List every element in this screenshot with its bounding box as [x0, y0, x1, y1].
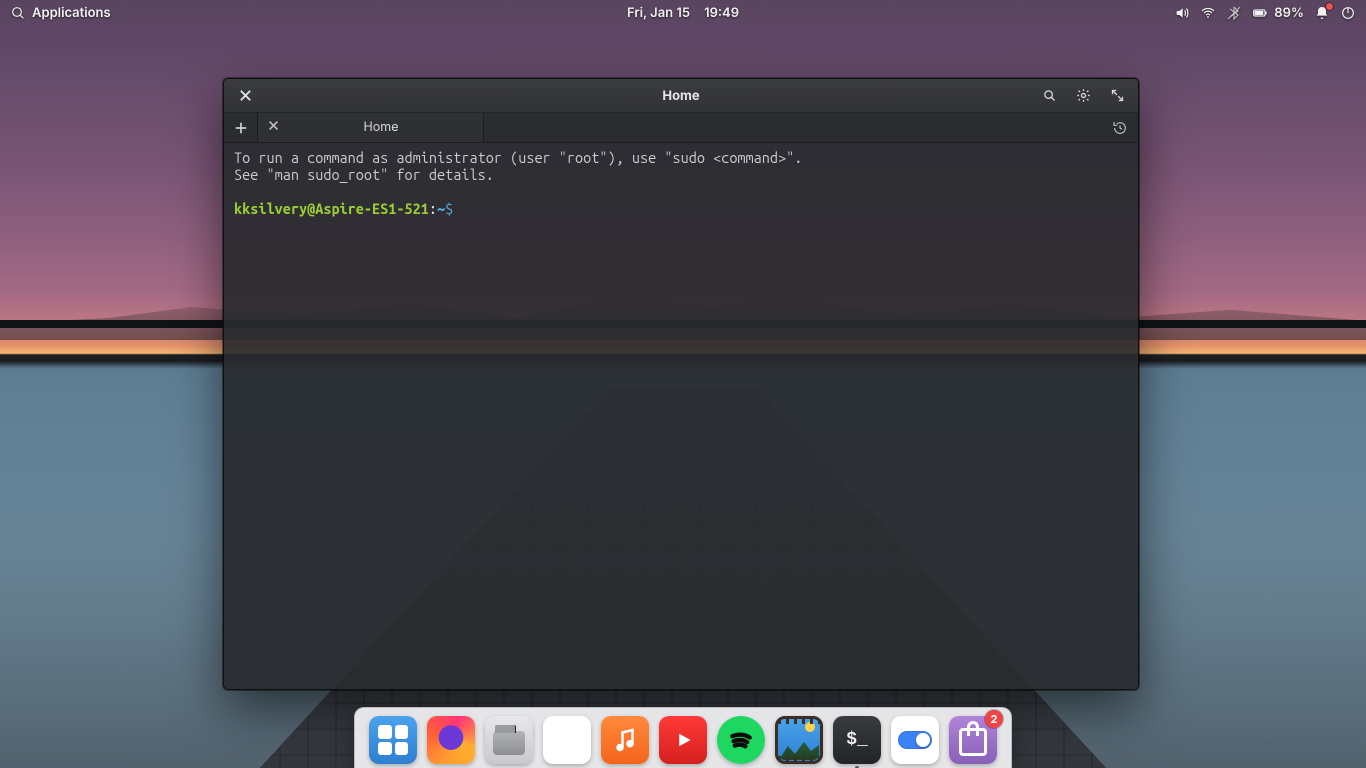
- calendar-grid-icon: [560, 728, 574, 764]
- gear-icon: [1076, 88, 1091, 103]
- dock-multitasking[interactable]: [369, 716, 417, 764]
- prompt-separator: :: [429, 200, 437, 217]
- dock-music[interactable]: [601, 716, 649, 764]
- terminal-line: See "man sudo_root" for details.: [234, 166, 494, 183]
- play-icon: [668, 725, 698, 755]
- panel-date: Fri, Jan 15: [627, 5, 690, 21]
- dock-photos[interactable]: [775, 716, 823, 764]
- close-icon: [238, 88, 253, 103]
- dock-calendar[interactable]: [543, 716, 591, 764]
- folder-icon: [493, 731, 525, 755]
- terminal-search-button[interactable]: [1036, 83, 1062, 109]
- battery-icon: [1252, 5, 1268, 21]
- desktop: Applications Fri, Jan 15 19:49 89%: [0, 0, 1366, 768]
- session-power-indicator[interactable]: [1340, 5, 1356, 21]
- updates-badge: 2: [985, 710, 1003, 728]
- photos-icon: [805, 722, 815, 732]
- spotify-icon: [726, 725, 756, 755]
- window-titlebar[interactable]: Home: [224, 79, 1138, 113]
- terminal-window: Home Home: [223, 78, 1139, 690]
- dock-terminal[interactable]: $_: [833, 716, 881, 764]
- tab-label: Home: [289, 120, 473, 135]
- new-tab-button[interactable]: [224, 113, 258, 142]
- window-title: Home: [662, 88, 699, 104]
- prompt-symbol: $: [445, 200, 453, 217]
- battery-indicator[interactable]: 89%: [1252, 5, 1304, 21]
- window-close-button[interactable]: [232, 83, 258, 109]
- close-icon: [268, 120, 279, 131]
- bluetooth-disabled-indicator[interactable]: [1226, 5, 1242, 21]
- recently-closed-button[interactable]: [1102, 113, 1138, 142]
- dock-tweaks[interactable]: [891, 716, 939, 764]
- maximize-icon: [1110, 88, 1125, 103]
- music-note-icon: [610, 725, 640, 755]
- terminal-line: To run a command as administrator (user …: [234, 149, 802, 166]
- toggle-icon: [898, 731, 932, 749]
- battery-percent: 89%: [1274, 5, 1304, 21]
- top-panel: Applications Fri, Jan 15 19:49 89%: [0, 0, 1366, 26]
- sound-indicator[interactable]: [1174, 5, 1190, 21]
- dock-files[interactable]: [485, 716, 533, 764]
- prompt-cwd: ~: [437, 200, 445, 217]
- terminal-tab[interactable]: Home: [258, 113, 484, 142]
- panel-left: Applications: [10, 5, 111, 21]
- dock: $_ 2: [354, 707, 1012, 768]
- multitasking-icon: [378, 725, 408, 755]
- dock-youtube[interactable]: [659, 716, 707, 764]
- history-icon: [1112, 120, 1128, 136]
- applications-menu[interactable]: Applications: [10, 5, 111, 21]
- dock-spotify[interactable]: [717, 716, 765, 764]
- search-icon: [10, 5, 26, 21]
- applications-label: Applications: [32, 5, 111, 21]
- plus-icon: [234, 121, 248, 135]
- appcenter-icon: [959, 728, 987, 756]
- tab-close-button[interactable]: [268, 120, 279, 135]
- panel-right: 89%: [1174, 5, 1356, 21]
- window-maximize-button[interactable]: [1104, 83, 1130, 109]
- dock-firefox[interactable]: [427, 716, 475, 764]
- terminal-tab-bar: Home: [224, 113, 1138, 143]
- terminal-output[interactable]: To run a command as administrator (user …: [224, 143, 1138, 689]
- panel-center[interactable]: Fri, Jan 15 19:49: [627, 5, 739, 21]
- dock-appcenter[interactable]: 2: [949, 716, 997, 764]
- search-icon: [1042, 88, 1057, 103]
- network-wifi-indicator[interactable]: [1200, 5, 1216, 21]
- terminal-menu-button[interactable]: [1070, 83, 1096, 109]
- prompt-user-host: kksilvery@Aspire-ES1-521: [234, 200, 429, 217]
- notifications-indicator[interactable]: [1314, 5, 1330, 21]
- panel-time: 19:49: [704, 5, 739, 21]
- terminal-icon: $_: [846, 730, 868, 750]
